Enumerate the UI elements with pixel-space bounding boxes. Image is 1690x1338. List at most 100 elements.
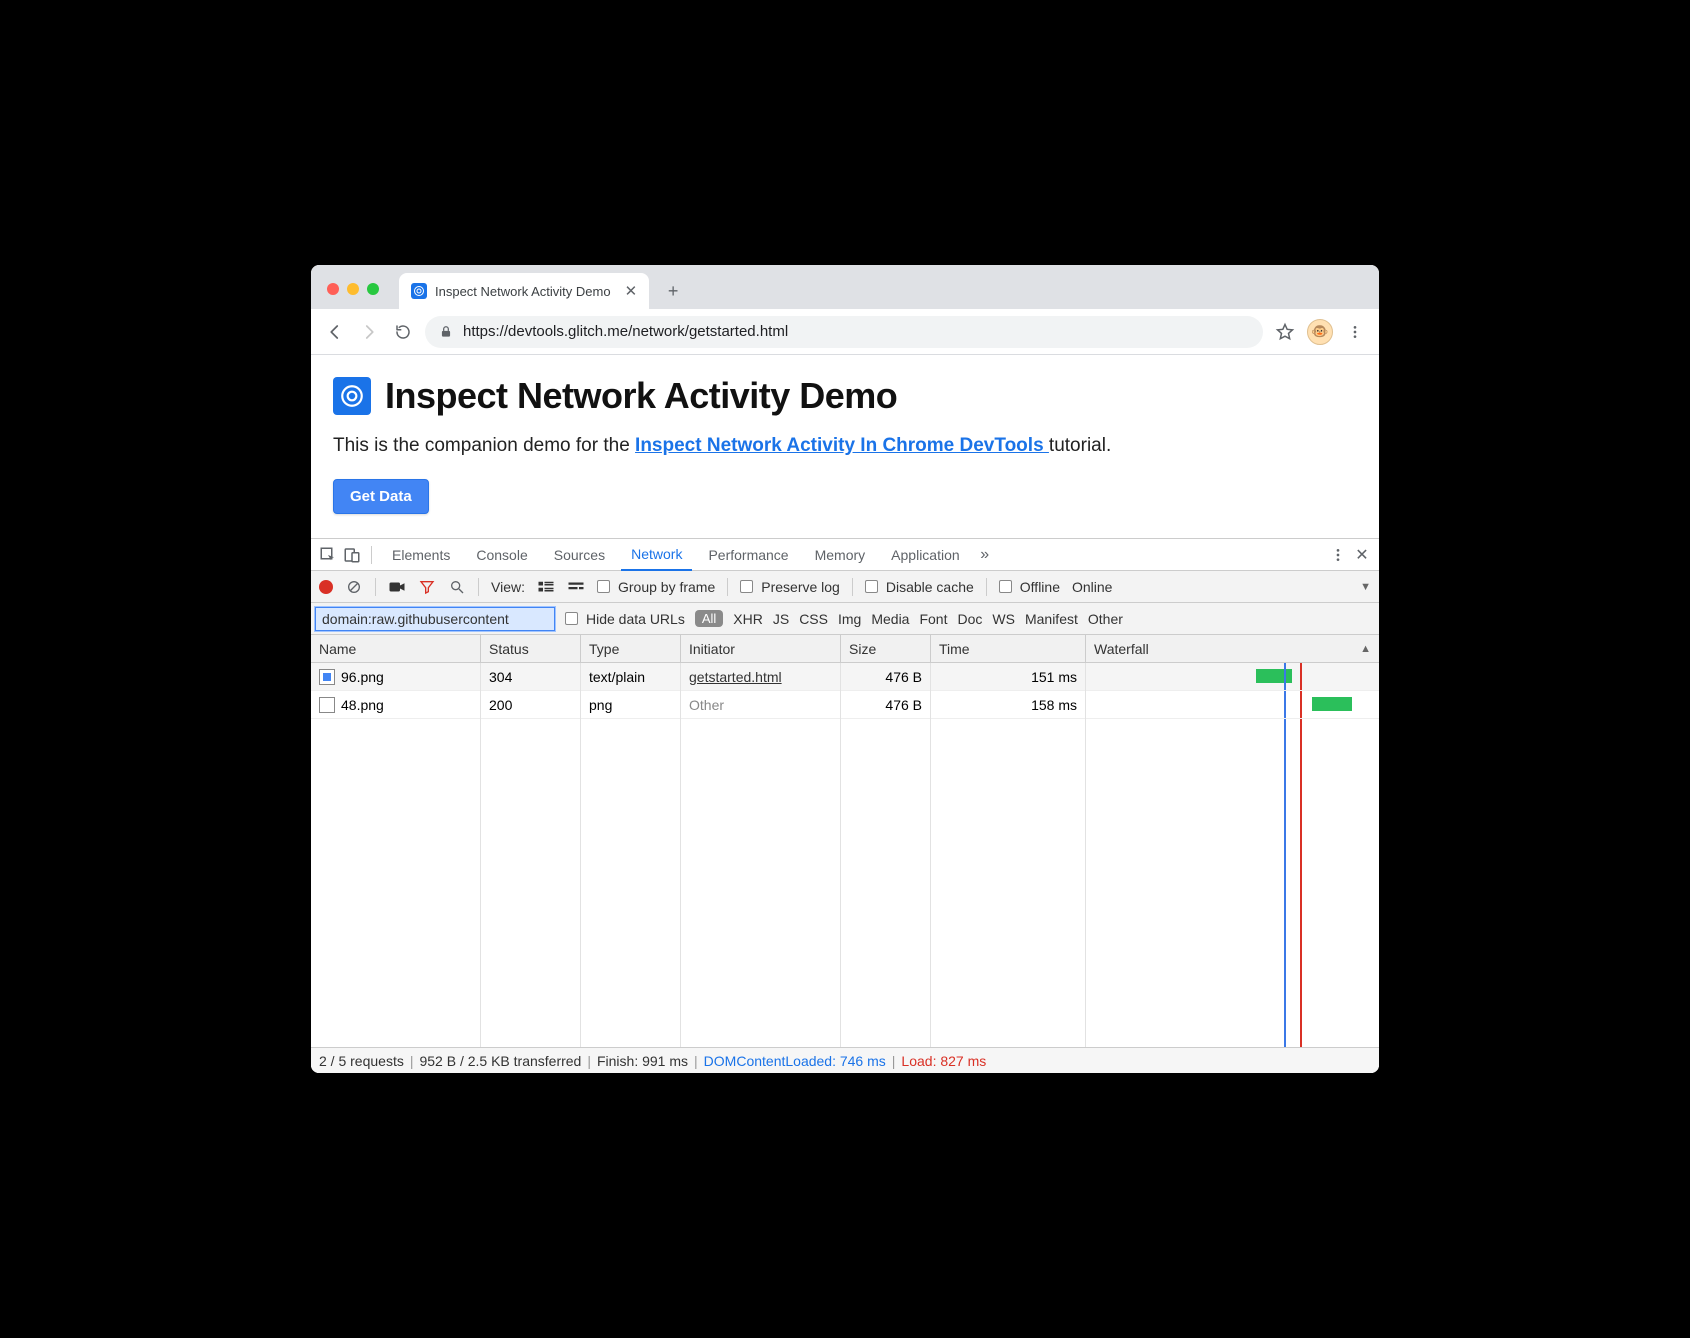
close-window-button[interactable] xyxy=(327,283,339,295)
tab-memory[interactable]: Memory xyxy=(805,539,876,571)
filter-media[interactable]: Media xyxy=(871,611,909,627)
col-time[interactable]: Time xyxy=(931,635,1086,662)
status-load: Load: 827 ms xyxy=(901,1053,986,1069)
status-finish: Finish: 991 ms xyxy=(597,1053,688,1069)
lock-icon xyxy=(439,325,453,339)
filter-font[interactable]: Font xyxy=(919,611,947,627)
status-domcontentloaded: DOMContentLoaded: 746 ms xyxy=(704,1053,886,1069)
cell-waterfall xyxy=(1086,663,1379,690)
filter-icon[interactable] xyxy=(418,578,436,596)
get-data-button[interactable]: Get Data xyxy=(333,479,429,514)
filter-css[interactable]: CSS xyxy=(799,611,828,627)
page-icon xyxy=(333,377,371,415)
col-type[interactable]: Type xyxy=(581,635,681,662)
address-bar[interactable]: https://devtools.glitch.me/network/getst… xyxy=(425,316,1263,348)
col-size[interactable]: Size xyxy=(841,635,931,662)
browser-window: Inspect Network Activity Demo ✕ + https:… xyxy=(311,265,1379,1073)
col-waterfall[interactable]: Waterfall▲ xyxy=(1086,635,1379,662)
url-text: https://devtools.glitch.me/network/getst… xyxy=(463,323,788,340)
cell-status: 304 xyxy=(481,663,581,690)
preserve-log-checkbox[interactable]: Preserve log xyxy=(740,579,840,595)
tab-performance[interactable]: Performance xyxy=(698,539,798,571)
devtools-status-bar: 2 / 5 requests | 952 B / 2.5 KB transfer… xyxy=(311,1047,1379,1073)
cell-name: 48.png xyxy=(311,691,481,718)
col-status[interactable]: Status xyxy=(481,635,581,662)
filter-input[interactable] xyxy=(315,607,555,631)
page-description: This is the companion demo for the Inspe… xyxy=(333,435,1357,457)
traffic-lights xyxy=(323,283,399,309)
forward-button[interactable] xyxy=(357,320,381,344)
col-initiator[interactable]: Initiator xyxy=(681,635,841,662)
table-row[interactable]: 96.png 304 text/plain getstarted.html 47… xyxy=(311,663,1379,691)
filter-doc[interactable]: Doc xyxy=(957,611,982,627)
minimize-window-button[interactable] xyxy=(347,283,359,295)
table-header: Name Status Type Initiator Size Time Wat… xyxy=(311,635,1379,663)
filter-img[interactable]: Img xyxy=(838,611,861,627)
profile-avatar[interactable]: 🐵 xyxy=(1307,319,1333,345)
tab-elements[interactable]: Elements xyxy=(382,539,460,571)
filter-all[interactable]: All xyxy=(695,610,723,627)
star-icon[interactable] xyxy=(1273,320,1297,344)
close-devtools-icon[interactable]: ✕ xyxy=(1353,546,1371,564)
network-toolbar: View: Group by frame Preserve log Disabl… xyxy=(311,571,1379,603)
reload-button[interactable] xyxy=(391,320,415,344)
cell-type: png xyxy=(581,691,681,718)
cell-status: 200 xyxy=(481,691,581,718)
page-content: Inspect Network Activity Demo This is th… xyxy=(311,355,1379,538)
devtools-panel: Elements Console Sources Network Perform… xyxy=(311,538,1379,1073)
devtools-tabs: Elements Console Sources Network Perform… xyxy=(311,539,1379,571)
table-body: 96.png 304 text/plain getstarted.html 47… xyxy=(311,663,1379,1047)
search-icon[interactable] xyxy=(448,578,466,596)
page-title: Inspect Network Activity Demo xyxy=(385,375,897,417)
filter-other[interactable]: Other xyxy=(1088,611,1123,627)
back-button[interactable] xyxy=(323,320,347,344)
filter-js[interactable]: JS xyxy=(773,611,789,627)
cell-waterfall xyxy=(1086,691,1379,718)
browser-tab[interactable]: Inspect Network Activity Demo ✕ xyxy=(399,273,649,309)
sort-indicator-icon: ▲ xyxy=(1360,643,1371,655)
page-header: Inspect Network Activity Demo xyxy=(333,375,1357,417)
more-tabs-icon[interactable]: » xyxy=(976,546,994,564)
favicon-icon xyxy=(411,283,427,299)
table-row[interactable]: 48.png 200 png Other 476 B 158 ms xyxy=(311,691,1379,719)
hide-data-urls-checkbox[interactable]: Hide data URLs xyxy=(565,611,685,627)
new-tab-button[interactable]: + xyxy=(659,277,687,305)
inspect-element-icon[interactable] xyxy=(319,546,337,564)
cell-time: 158 ms xyxy=(931,691,1086,718)
throttling-dropdown-icon[interactable]: ▼ xyxy=(1360,581,1371,593)
camera-icon[interactable] xyxy=(388,578,406,596)
devtools-menu-icon[interactable] xyxy=(1329,546,1347,564)
tab-network[interactable]: Network xyxy=(621,539,692,571)
record-button[interactable] xyxy=(319,580,333,594)
file-thumb-icon xyxy=(319,697,335,713)
close-tab-button[interactable]: ✕ xyxy=(619,282,638,300)
network-table: Name Status Type Initiator Size Time Wat… xyxy=(311,635,1379,1047)
large-rows-icon[interactable] xyxy=(537,578,555,596)
cell-initiator: getstarted.html xyxy=(681,663,841,690)
browser-toolbar: https://devtools.glitch.me/network/getst… xyxy=(311,309,1379,355)
cell-size: 476 B xyxy=(841,663,931,690)
device-toggle-icon[interactable] xyxy=(343,546,361,564)
tutorial-link[interactable]: Inspect Network Activity In Chrome DevTo… xyxy=(635,435,1049,456)
group-by-frame-checkbox[interactable]: Group by frame xyxy=(597,579,715,595)
cell-name: 96.png xyxy=(311,663,481,690)
tab-title: Inspect Network Activity Demo xyxy=(435,284,611,299)
tab-console[interactable]: Console xyxy=(466,539,537,571)
disable-cache-checkbox[interactable]: Disable cache xyxy=(865,579,974,595)
maximize-window-button[interactable] xyxy=(367,283,379,295)
offline-checkbox[interactable]: Offline xyxy=(999,579,1060,595)
col-name[interactable]: Name xyxy=(311,635,481,662)
clear-icon[interactable] xyxy=(345,578,363,596)
cell-size: 476 B xyxy=(841,691,931,718)
network-filter-row: Hide data URLs All XHR JS CSS Img Media … xyxy=(311,603,1379,635)
tab-sources[interactable]: Sources xyxy=(544,539,615,571)
filter-manifest[interactable]: Manifest xyxy=(1025,611,1078,627)
filter-xhr[interactable]: XHR xyxy=(733,611,763,627)
throttling-select[interactable]: Online xyxy=(1072,579,1112,595)
filter-ws[interactable]: WS xyxy=(992,611,1015,627)
tab-application[interactable]: Application xyxy=(881,539,970,571)
cell-time: 151 ms xyxy=(931,663,1086,690)
file-thumb-icon xyxy=(319,669,335,685)
browser-menu-button[interactable] xyxy=(1343,320,1367,344)
overview-icon[interactable] xyxy=(567,578,585,596)
